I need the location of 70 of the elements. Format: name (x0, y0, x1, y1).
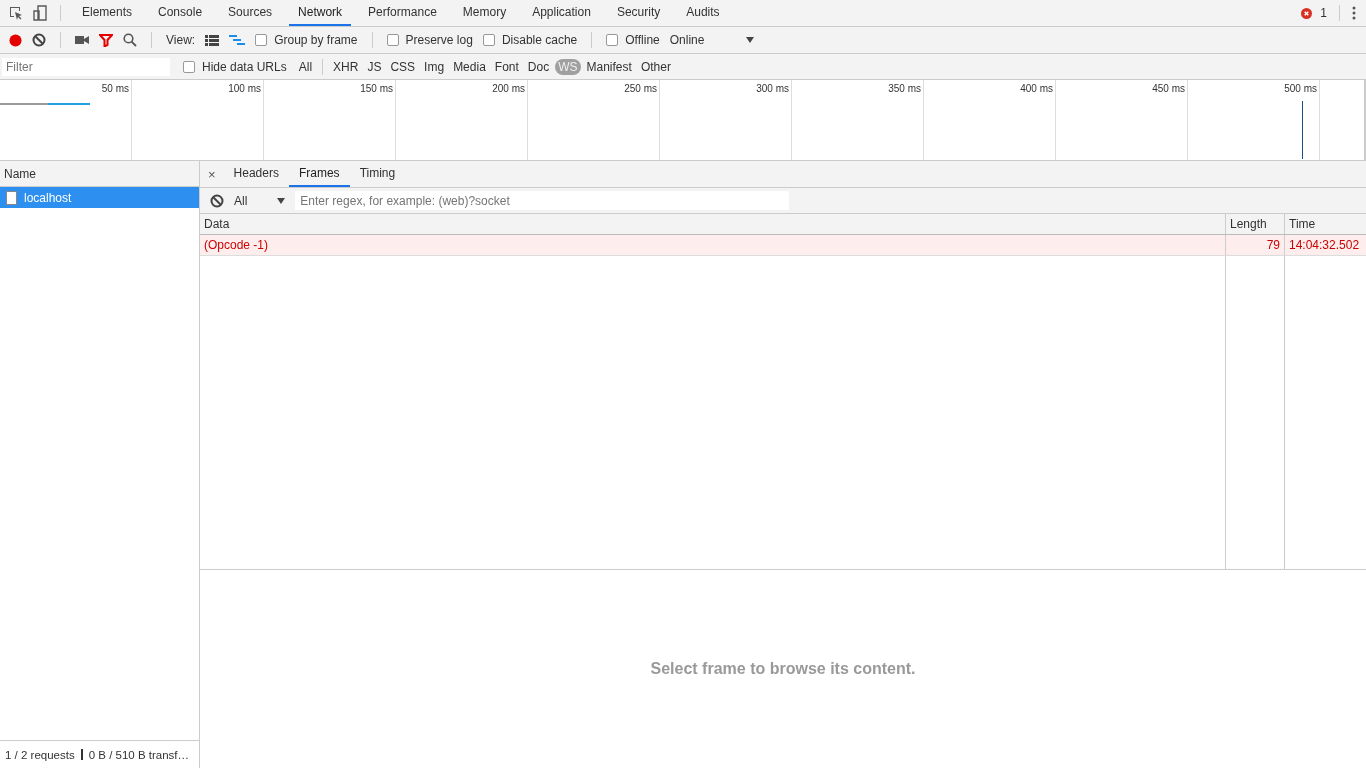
error-count[interactable]: 1 (1320, 6, 1327, 20)
filter-icon[interactable] (99, 33, 113, 47)
frame-data: (Opcode -1) (204, 238, 269, 252)
frame-row[interactable]: (Opcode -1) 79 14:04:32.502 (200, 235, 1366, 256)
time-tick-label: 300 ms (756, 83, 789, 95)
detail-tab[interactable]: Timing (349, 161, 406, 187)
error-icon (1301, 7, 1313, 19)
throttling-dropdown[interactable]: Online (669, 33, 755, 47)
time-tick-label: 350 ms (888, 83, 921, 95)
time-tick-label: 400 ms (1020, 83, 1053, 95)
type-filter-button[interactable]: Img (421, 58, 448, 75)
panel-tab[interactable]: Elements (73, 0, 142, 26)
transfer-size: 0 B / 510 B transf… (88, 748, 190, 761)
empty-state-message: Select frame to browse its content. (650, 660, 916, 678)
filter-field[interactable]: Filter (2, 57, 170, 76)
type-filter-button[interactable]: XHR (330, 58, 362, 75)
time-tick-label: 250 ms (624, 83, 657, 95)
clear-icon[interactable] (210, 193, 224, 208)
column-header[interactable]: Length (1225, 214, 1284, 234)
detail-tab[interactable]: Headers (223, 161, 289, 187)
waterfall-icon[interactable] (229, 34, 246, 46)
regex-filter-field[interactable]: Enter regex, for example: (web)?socket (295, 191, 790, 210)
panel-tab[interactable]: Performance (359, 0, 446, 26)
load-marker-line (1302, 101, 1303, 159)
type-filter-button[interactable]: CSS (387, 58, 419, 75)
type-filter-button[interactable]: Doc (524, 58, 553, 75)
type-filter-button[interactable]: Font (491, 58, 522, 75)
search-icon[interactable] (123, 33, 137, 47)
column-header[interactable]: Data (200, 214, 1225, 234)
panel-tab[interactable]: Memory (453, 0, 516, 26)
inspect-element-icon[interactable] (8, 5, 24, 21)
view-label: View: (166, 33, 196, 47)
type-filter-button[interactable]: Media (450, 58, 489, 75)
toolbar-checkbox[interactable]: Offline (606, 33, 660, 47)
document-icon (6, 190, 17, 205)
device-toolbar-icon[interactable] (32, 5, 48, 21)
toolbar-checkbox[interactable]: Group by frame (255, 33, 358, 47)
name-column-header[interactable]: Name (0, 161, 199, 187)
frame-time: 14:04:32.502 (1289, 238, 1360, 252)
time-tick-label: 450 ms (1152, 83, 1185, 95)
clear-icon[interactable] (32, 33, 46, 47)
time-tick-label: 500 ms (1284, 83, 1317, 95)
panel-tab[interactable]: Security (607, 0, 670, 26)
video-camera-icon[interactable] (75, 35, 89, 45)
dropdown-caret-icon (277, 197, 286, 204)
panel-tab[interactable]: Sources (219, 0, 282, 26)
panel-tab[interactable]: Application (523, 0, 600, 26)
frame-type-dropdown[interactable]: All (234, 193, 286, 208)
time-tick-label: 100 ms (228, 83, 261, 95)
type-filter-button[interactable]: Other (637, 58, 674, 75)
type-filter-button[interactable]: All (295, 58, 316, 75)
toolbar-checkbox[interactable]: Disable cache (482, 33, 578, 47)
column-header[interactable]: Time (1284, 214, 1366, 234)
time-tick-label: 150 ms (360, 83, 393, 95)
type-filter-button[interactable]: JS (364, 58, 385, 75)
hide-data-urls-checkbox[interactable]: Hide data URLs (183, 59, 287, 74)
more-menu-icon[interactable] (1352, 6, 1356, 20)
large-rows-icon[interactable] (205, 34, 220, 46)
close-button[interactable]: × (206, 161, 224, 187)
request-name: localhost (24, 190, 72, 205)
time-tick-label: 50 ms (101, 83, 129, 95)
panel-tab[interactable]: Console (149, 0, 212, 26)
request-count: 1 / 2 requests (5, 748, 75, 761)
time-tick-label: 200 ms (492, 83, 525, 95)
frame-length: 79 (1266, 238, 1280, 252)
panel-tab[interactable]: Audits (677, 0, 729, 26)
type-filter-button[interactable]: Manifest (583, 58, 635, 75)
dropdown-caret-icon (746, 37, 755, 43)
record-icon[interactable] (9, 33, 22, 47)
toolbar-checkbox[interactable]: Preserve log (386, 33, 473, 47)
